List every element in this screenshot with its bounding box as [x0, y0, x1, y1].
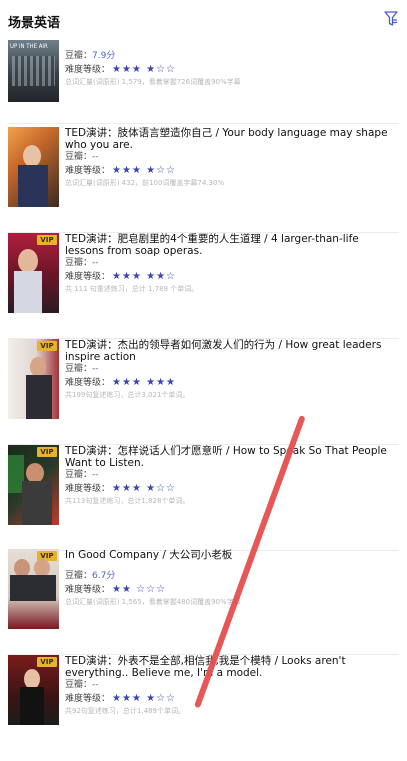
difficulty-stars: ★★★ ★☆☆: [112, 693, 177, 704]
difficulty-stars: ★★★ ★★☆: [112, 271, 177, 282]
difficulty-row: 难度等级： ★★★ ★★★: [65, 377, 177, 388]
vip-badge: VIP: [37, 657, 57, 667]
course-meta: 共 111 句重述练习，总计 1,788 个单词。: [65, 285, 199, 293]
course-thumbnail[interactable]: VIP: [8, 549, 59, 629]
list-item[interactable]: UP IN THE AIR 豆瓣：7.9分 难度等级： ★★★ ★☆☆ 总词汇量(…: [0, 40, 407, 124]
douban-rating: 6.7分: [92, 570, 116, 581]
list-item[interactable]: VIP TED演讲：外表不是全部,相信我,我是个模特 / Looks aren'…: [0, 655, 407, 761]
list-item[interactable]: TED演讲：肢体语言塑造你自己 / Your body language may…: [0, 127, 407, 233]
list-item[interactable]: VIP TED演讲：怎样说话人们才愿意听 / How to Speak So T…: [0, 445, 407, 551]
list-item[interactable]: VIP TED演讲：杰出的领导者如何激发人们的行为 / How great le…: [0, 339, 407, 445]
course-thumbnail[interactable]: VIP: [8, 655, 59, 725]
vip-badge: VIP: [37, 447, 57, 457]
douban-rating: 7.9分: [92, 51, 116, 61]
difficulty-row: 难度等级： ★★★ ★☆☆: [65, 64, 177, 75]
course-thumbnail[interactable]: VIP: [8, 339, 59, 419]
divider: [8, 123, 399, 124]
difficulty-row: 难度等级： ★★★ ★☆☆: [65, 165, 177, 176]
douban-rating: --: [92, 470, 99, 480]
douban-row: 豆瓣：6.7分: [65, 570, 116, 581]
course-meta: 总词汇量(词原形) 1,579，看着掌握726词覆盖90%字幕: [65, 78, 241, 86]
difficulty-row: 难度等级： ★★★ ★☆☆: [65, 483, 177, 494]
course-title[interactable]: TED演讲：怎样说话人们才愿意听 / How to Speak So That …: [65, 445, 399, 469]
douban-row: 豆瓣：--: [65, 680, 99, 690]
course-title[interactable]: In Good Company / 大公司小老板: [65, 549, 399, 562]
course-title[interactable]: TED演讲：杰出的领导者如何激发人们的行为 / How great leader…: [65, 339, 399, 363]
course-thumbnail[interactable]: VIP: [8, 233, 59, 313]
douban-row: 豆瓣：--: [65, 364, 99, 374]
difficulty-row: 难度等级： ★★ ☆☆☆: [65, 583, 167, 595]
page-title: 场景英语: [8, 16, 61, 31]
course-thumbnail[interactable]: UP IN THE AIR: [8, 40, 59, 102]
difficulty-stars: ★★ ☆☆☆: [112, 583, 167, 595]
douban-rating: --: [92, 680, 99, 690]
course-thumbnail[interactable]: VIP: [8, 445, 59, 525]
difficulty-stars: ★★★ ★☆☆: [112, 483, 177, 494]
course-meta: 总词汇量(词原形) 432，前100词覆盖字幕74.30%: [65, 179, 225, 187]
header: 场景英语: [0, 0, 407, 40]
douban-rating: --: [92, 258, 99, 268]
difficulty-row: 难度等级： ★★★ ★★☆: [65, 271, 177, 282]
difficulty-stars: ★★★ ★☆☆: [112, 64, 177, 75]
douban-row: 豆瓣：--: [65, 258, 99, 268]
list-item[interactable]: VIP In Good Company / 大公司小老板 豆瓣：6.7分 难度等…: [0, 549, 407, 655]
filter-icon[interactable]: [384, 11, 398, 27]
douban-row: 豆瓣：--: [65, 470, 99, 480]
douban-rating: --: [92, 364, 99, 374]
course-title[interactable]: TED演讲：肥皂剧里的4个重要的人生道理 / 4 larger-than-lif…: [65, 233, 399, 257]
course-meta: 共199句复述练习，总计3,021个单词。: [65, 391, 190, 399]
douban-row: 豆瓣：7.9分: [65, 51, 116, 61]
vip-badge: VIP: [37, 235, 57, 245]
difficulty-stars: ★★★ ★☆☆: [112, 165, 177, 176]
course-title[interactable]: TED演讲：外表不是全部,相信我,我是个模特 / Looks aren't ev…: [65, 655, 399, 679]
douban-row: 豆瓣：--: [65, 152, 99, 162]
vip-badge: VIP: [37, 341, 57, 351]
list-item[interactable]: VIP TED演讲：肥皂剧里的4个重要的人生道理 / 4 larger-than…: [0, 233, 407, 339]
difficulty-stars: ★★★ ★★★: [112, 377, 177, 388]
course-meta: 共92句复述练习，总计1,489个单词。: [65, 707, 185, 715]
difficulty-row: 难度等级： ★★★ ★☆☆: [65, 693, 177, 704]
thumbnail-caption: UP IN THE AIR: [10, 43, 48, 50]
douban-rating: --: [92, 152, 99, 162]
course-meta: 共113句复述练习，总计1,828个单词。: [65, 497, 190, 505]
course-title[interactable]: TED演讲：肢体语言塑造你自己 / Your body language may…: [65, 127, 399, 151]
course-thumbnail[interactable]: [8, 127, 59, 207]
